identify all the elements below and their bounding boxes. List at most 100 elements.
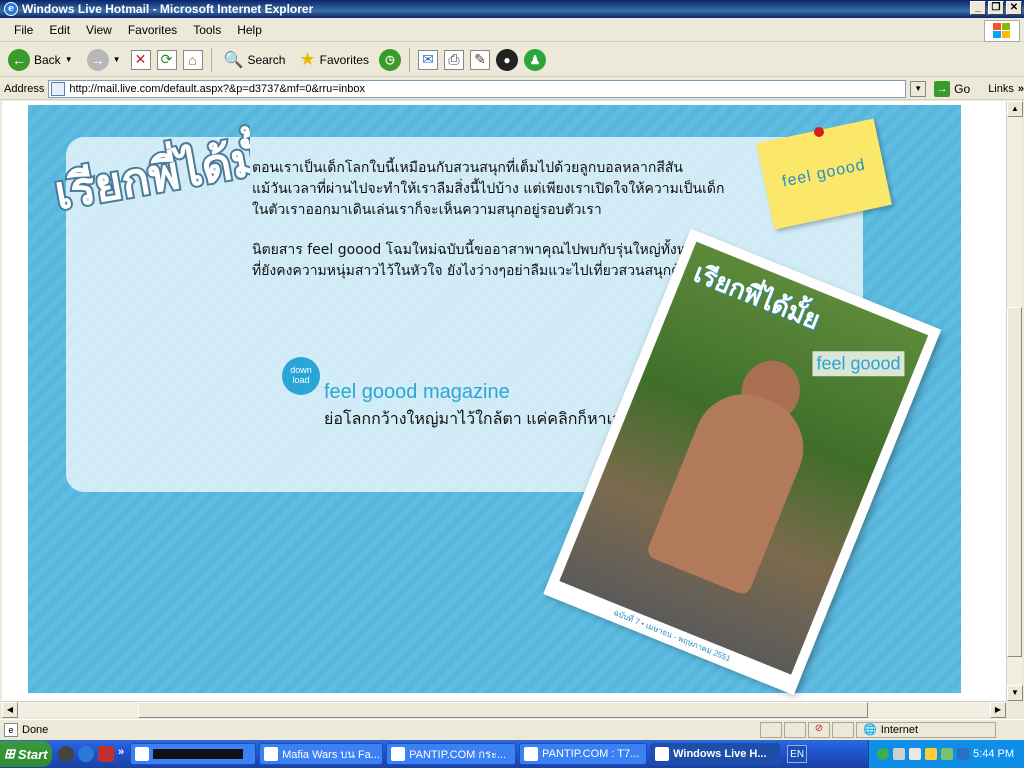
tray-icon[interactable] [941,748,954,760]
menu-bar: File Edit View Favorites Tools Help [0,18,1024,42]
taskbar-item-pantip-2[interactable]: PANTIP.COM : T7... [519,743,648,765]
horizontal-scrollbar[interactable]: ◀ ▶ [2,701,1006,718]
links-label[interactable]: Links [988,83,1014,95]
status-bar: e Done ⊘ 🌐 Internet [0,719,1024,739]
messenger-tray-icon[interactable] [877,748,890,760]
intro-line-4: นิตยสาร feel goood โฉมใหม่ฉบับนี้ขออาสาพ… [252,242,711,258]
intro-line-1: ตอนเราเป็นเด็กโลกใบนี้เหมือนกับสวนสนุกที… [252,160,684,176]
status-done: e Done [0,722,760,737]
taskbar: ⊞ Start » Mafia Wars บน Fa... PANTIP.COM… [0,740,1024,768]
favorites-label: Favorites [319,52,369,67]
language-indicator[interactable]: EN [787,745,808,763]
menu-edit[interactable]: Edit [41,23,78,37]
messenger-penguin-icon[interactable]: ● [495,48,518,71]
quick-launch-icon[interactable] [58,746,74,762]
taskbar-item-hotmail[interactable]: Windows Live H... [650,743,781,765]
back-label: Back [34,52,61,67]
redacted-label [153,749,244,759]
chevron-right-icon[interactable]: » [1018,83,1024,95]
volume-icon[interactable] [925,748,938,760]
network-tray-icon[interactable] [893,748,906,760]
clock[interactable]: 5:44 PM [973,748,1014,760]
go-button[interactable]: → Go [930,79,974,99]
print-icon[interactable]: ⎙ [443,49,464,70]
windows-logo-icon [984,20,1020,42]
popup-blocked-icon[interactable]: ⊘ [808,721,830,738]
menu-view[interactable]: View [78,23,120,37]
mail-icon[interactable]: ✉ [417,49,438,70]
start-button[interactable]: ⊞ Start [0,741,52,767]
scroll-up-icon[interactable]: ▲ [1007,101,1023,117]
status-cell [784,721,806,738]
history-icon[interactable]: ◷ [378,48,401,71]
zone-label: Internet [880,723,919,736]
stop-icon[interactable]: ✕ [130,49,151,70]
messenger-icon[interactable]: ♟ [523,48,546,71]
forward-button[interactable]: → ▼ [83,47,125,73]
edit-icon[interactable]: ✎ [469,49,490,70]
chevron-down-icon: ▼ [64,55,73,64]
pushpin-icon [814,127,824,137]
menu-file[interactable]: File [6,23,41,37]
minimize-button[interactable]: _ [970,1,986,15]
close-button[interactable]: ✕ [1006,1,1022,15]
address-bar: Address http://mail.live.com/default.asp… [0,78,1024,100]
go-arrow-icon: → [934,80,951,97]
home-icon[interactable]: ⌂ [182,49,203,70]
favorites-button[interactable]: ★ Favorites [295,47,373,72]
title-bar: e Windows Live Hotmail - Microsoft Inter… [0,0,1024,18]
sticky-note: feel goood [756,118,892,230]
scroll-down-icon[interactable]: ▼ [1007,685,1023,701]
intro-line-3: ในตัวเราออกมาเดินเล่นเราก็จะเห็นความสนุก… [252,202,602,218]
standard-toolbar: ← Back ▼ → ▼ ✕ ⟳ ⌂ 🔍 Search ★ Favorites … [0,43,1024,77]
logo-text: เรียกพี่ได้มั้ย [50,119,250,220]
address-dropdown-icon[interactable]: ▼ [910,80,927,97]
taskbar-item-pantip-1[interactable]: PANTIP.COM กระ... [386,743,517,765]
magazine-title-link[interactable]: feel goood magazine [324,381,510,404]
refresh-icon[interactable]: ⟳ [156,49,177,70]
ie-quick-launch-icon[interactable] [78,746,94,762]
status-cell [832,721,854,738]
taskbar-item-mafia-wars[interactable]: Mafia Wars บน Fa... [259,743,384,765]
horizontal-scroll-thumb[interactable] [138,702,868,718]
start-label: Start [17,746,48,762]
scroll-right-icon[interactable]: ▶ [990,702,1006,718]
tray-icon[interactable] [909,748,922,760]
system-tray: 5:44 PM [868,740,1024,768]
scroll-left-icon[interactable]: ◀ [2,702,18,718]
status-cell [760,721,782,738]
address-input[interactable]: http://mail.live.com/default.aspx?&p=d37… [48,79,907,98]
window-controls: _ ❐ ✕ [970,1,1022,15]
search-icon: 🔍 [223,51,244,69]
task-label: PANTIP.COM : T7... [542,748,640,760]
go-label: Go [954,81,971,96]
security-zone[interactable]: 🌐 Internet [856,721,996,738]
tray-icon[interactable] [957,748,970,760]
task-label: Windows Live H... [673,748,767,760]
status-text: Done [22,723,49,736]
vertical-scrollbar[interactable]: ▲ ▼ [1006,101,1023,701]
menu-help[interactable]: Help [229,23,270,37]
download-badge[interactable]: down load [282,357,320,395]
star-icon: ★ [299,49,316,69]
vertical-scroll-thumb[interactable] [1007,307,1022,657]
search-label: Search [247,52,286,67]
page-done-icon: e [4,722,18,737]
globe-icon: 🌐 [863,724,877,736]
window-icon [264,747,279,761]
menu-tools[interactable]: Tools [185,23,229,37]
chevron-right-icon[interactable]: » [118,746,124,762]
taskbar-item-redacted[interactable] [130,743,257,765]
chevron-down-icon: ▼ [112,55,121,64]
feel-goood-banner[interactable]: เรียกพี่ได้มั้ย ตอนเราเป็นเด็กโลกใบนี้เห… [28,105,961,696]
cover-person-body [645,379,819,597]
ie-icon: e [4,2,18,16]
window-icon [524,747,539,761]
address-label: Address [4,82,45,95]
window-icon [655,747,670,761]
back-button[interactable]: ← Back ▼ [4,47,77,73]
menu-favorites[interactable]: Favorites [120,23,185,37]
maximize-button[interactable]: ❐ [988,1,1004,15]
search-button[interactable]: 🔍 Search [220,48,290,72]
quick-launch-icon[interactable] [98,746,114,762]
